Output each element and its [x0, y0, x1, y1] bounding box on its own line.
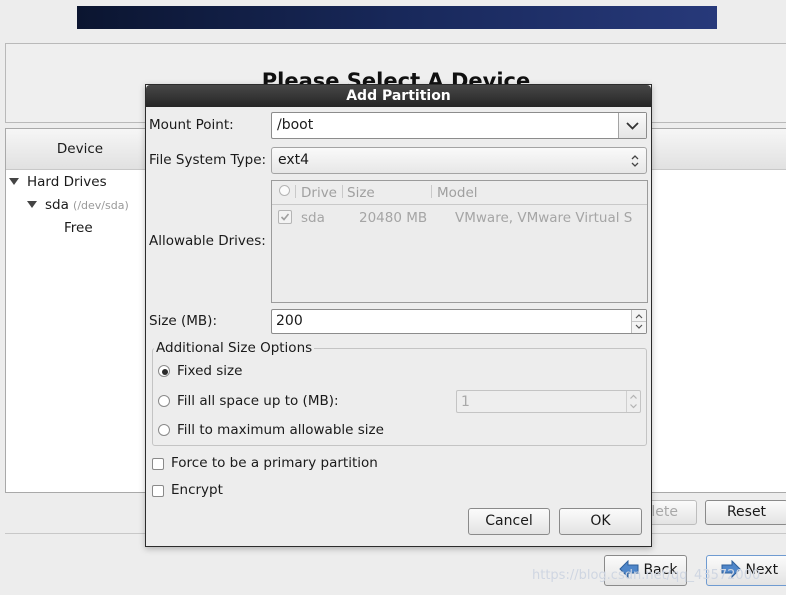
size-cell: 20480 MB: [359, 210, 428, 226]
installer-banner: [77, 6, 717, 29]
column-divider: [342, 185, 343, 198]
mount-point-input[interactable]: /boot: [277, 117, 313, 133]
size-column-header[interactable]: Size: [347, 185, 375, 201]
encrypt-label[interactable]: Encrypt: [171, 482, 223, 498]
fs-type-label: File System Type:: [149, 152, 267, 168]
fill-max-radio[interactable]: [158, 424, 170, 436]
reset-button[interactable]: Reset: [705, 500, 786, 525]
device-path: (/dev/sda): [73, 199, 129, 212]
mount-point-combo[interactable]: /boot: [271, 112, 647, 139]
cancel-button[interactable]: Cancel: [468, 508, 550, 535]
updown-chevron-icon: [631, 155, 639, 167]
encrypt-checkbox[interactable]: [152, 485, 164, 497]
drives-table[interactable]: Drive Size Model sda 20480 MB VMware, VM…: [271, 180, 648, 303]
reset-label: Reset: [726, 504, 767, 520]
tree-label: sda: [45, 197, 69, 213]
fill-max-label[interactable]: Fill to maximum allowable size: [177, 422, 384, 438]
cancel-label: Cancel: [485, 513, 533, 529]
model-column-header[interactable]: Model: [437, 185, 478, 201]
table-row[interactable]: sda 20480 MB VMware, VMware Virtual S: [272, 206, 647, 230]
chevron-down-icon: [626, 122, 639, 130]
force-primary-checkbox[interactable]: [152, 458, 164, 470]
fs-type-value: ext4: [278, 152, 310, 168]
group-title: Additional Size Options: [154, 340, 315, 356]
tree-label: Hard Drives: [27, 174, 107, 190]
dialog-title: Add Partition: [146, 85, 651, 107]
drive-cell: sda: [301, 210, 325, 226]
fill-up-to-spinbutton[interactable]: 1: [456, 390, 641, 413]
size-stepper[interactable]: [631, 310, 646, 333]
ok-button[interactable]: OK: [559, 508, 642, 535]
delete-label: lete: [651, 504, 678, 520]
drive-checkbox[interactable]: [278, 210, 292, 224]
fixed-size-radio[interactable]: [158, 365, 170, 377]
column-divider: [295, 185, 296, 198]
checkmark-icon: [280, 213, 290, 221]
fs-type-select[interactable]: ext4: [271, 147, 647, 174]
fill-up-to-stepper[interactable]: [626, 391, 640, 412]
size-spinbutton[interactable]: 200: [271, 309, 647, 334]
watermark: https://blog.csdn.net/qq_43572000: [532, 568, 761, 583]
tree-item-free[interactable]: Free: [64, 220, 93, 236]
allowable-drives-label: Allowable Drives:: [149, 233, 266, 249]
expander-down-icon[interactable]: [27, 201, 37, 208]
expander-down-icon[interactable]: [9, 178, 19, 185]
mount-point-dropdown-button[interactable]: [618, 113, 646, 138]
fixed-size-label[interactable]: Fixed size: [177, 363, 242, 379]
tree-item-sda[interactable]: sda (/dev/sda): [27, 197, 129, 213]
tree-item-hard-drives[interactable]: Hard Drives: [9, 174, 107, 190]
force-primary-label[interactable]: Force to be a primary partition: [171, 455, 378, 471]
fill-up-to-radio[interactable]: [158, 395, 170, 407]
ok-label: OK: [590, 513, 611, 529]
mount-point-label: Mount Point:: [149, 117, 234, 133]
drives-table-header: Drive Size Model: [272, 181, 647, 205]
drive-column-header[interactable]: Drive: [301, 185, 337, 201]
column-divider: [431, 185, 432, 198]
spin-arrows-icon: [630, 394, 637, 409]
spin-arrows-icon: [632, 314, 646, 329]
device-column-header[interactable]: Device: [6, 141, 154, 157]
size-label: Size (MB):: [149, 313, 217, 329]
fill-up-to-label[interactable]: Fill all space up to (MB):: [177, 393, 339, 409]
model-cell: VMware, VMware Virtual S: [455, 210, 633, 226]
fill-up-to-value[interactable]: 1: [461, 394, 470, 410]
size-input[interactable]: 200: [276, 313, 303, 329]
select-all-radio-icon: [279, 185, 290, 196]
